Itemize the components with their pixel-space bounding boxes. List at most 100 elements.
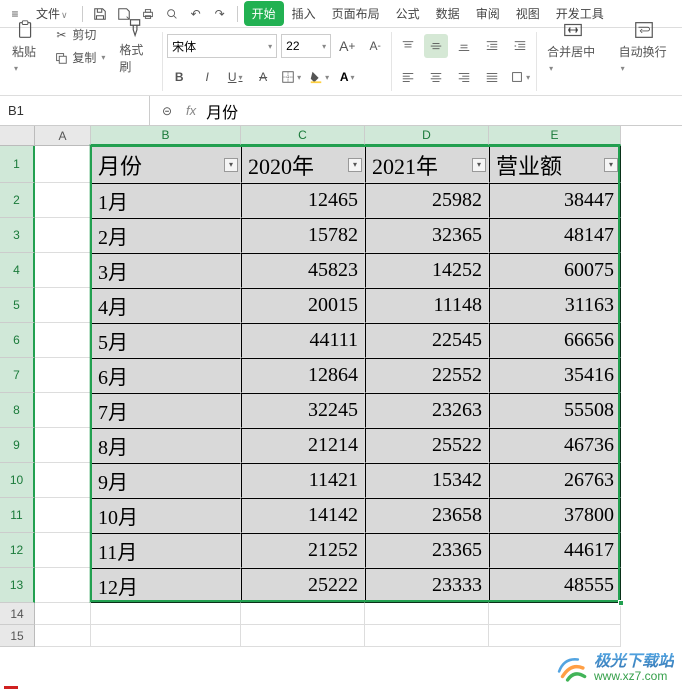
cell-E3[interactable]: 48147	[489, 218, 621, 253]
cell-D4[interactable]: 14252	[365, 253, 489, 288]
orientation-icon[interactable]: ▾	[508, 65, 532, 89]
cell-B11[interactable]: 10月	[91, 498, 241, 533]
cell-B9[interactable]: 8月	[91, 428, 241, 463]
formula-input[interactable]: 月份	[206, 99, 238, 123]
cell-B3[interactable]: 2月	[91, 218, 241, 253]
bold-button[interactable]: B	[167, 65, 191, 89]
cell-A5[interactable]	[35, 288, 91, 323]
row-header-6[interactable]: 6	[0, 323, 35, 358]
row-header-15[interactable]: 15	[0, 625, 35, 647]
cell-B4[interactable]: 3月	[91, 253, 241, 288]
row-header-10[interactable]: 10	[0, 463, 35, 498]
borders-button[interactable]: ▾	[279, 65, 303, 89]
cell-D1[interactable]: ▾2021年	[365, 146, 489, 183]
cell-D12[interactable]: 23365	[365, 533, 489, 568]
increase-indent-icon[interactable]	[508, 34, 532, 58]
cell-D6[interactable]: 22545	[365, 323, 489, 358]
row-header-9[interactable]: 9	[0, 428, 35, 463]
redo-icon[interactable]: ↷	[209, 3, 231, 25]
align-right-icon[interactable]	[452, 65, 476, 89]
cell-A2[interactable]	[35, 183, 91, 218]
cell-A14[interactable]	[35, 603, 91, 625]
cell-B13[interactable]: 12月	[91, 568, 241, 603]
cell-A9[interactable]	[35, 428, 91, 463]
cell-A12[interactable]	[35, 533, 91, 568]
cell-C13[interactable]: 25222	[241, 568, 365, 603]
tab-公式[interactable]: 公式	[388, 1, 428, 26]
cell-B5[interactable]: 4月	[91, 288, 241, 323]
cell-A1[interactable]	[35, 146, 91, 183]
cell-C9[interactable]: 21214	[241, 428, 365, 463]
cell-E14[interactable]	[489, 603, 621, 625]
col-header-D[interactable]: D	[365, 126, 489, 146]
cell-D13[interactable]: 23333	[365, 568, 489, 603]
cell-E5[interactable]: 31163	[489, 288, 621, 323]
cell-B12[interactable]: 11月	[91, 533, 241, 568]
cell-C2[interactable]: 12465	[241, 183, 365, 218]
cell-C1[interactable]: ▾2020年	[241, 146, 365, 183]
cell-A6[interactable]	[35, 323, 91, 358]
cell-B7[interactable]: 6月	[91, 358, 241, 393]
cell-E10[interactable]: 26763	[489, 463, 621, 498]
font-color-button[interactable]: A▾	[335, 65, 359, 89]
fill-color-button[interactable]: ▾	[307, 65, 331, 89]
filter-arrow-icon[interactable]: ▾	[348, 158, 362, 172]
font-name-select[interactable]: 宋体▾	[167, 34, 277, 58]
row-header-11[interactable]: 11	[0, 498, 35, 533]
select-all-corner[interactable]	[0, 126, 35, 146]
justify-icon[interactable]	[480, 65, 504, 89]
cell-E12[interactable]: 44617	[489, 533, 621, 568]
cell-D10[interactable]: 15342	[365, 463, 489, 498]
cell-D11[interactable]: 23658	[365, 498, 489, 533]
align-top-icon[interactable]	[396, 34, 420, 58]
cell-D5[interactable]: 11148	[365, 288, 489, 323]
merge-center-button[interactable]: 合并居中▾	[541, 18, 604, 74]
copy-button[interactable]: 复制▾	[49, 47, 109, 68]
cell-C8[interactable]: 32245	[241, 393, 365, 428]
row-header-14[interactable]: 14	[0, 603, 35, 625]
cell-A13[interactable]	[35, 568, 91, 603]
save-icon[interactable]	[89, 3, 111, 25]
decrease-font-icon[interactable]: A-	[363, 34, 387, 58]
col-header-B[interactable]: B	[91, 126, 241, 146]
underline-button[interactable]: U▾	[223, 65, 247, 89]
filter-arrow-icon[interactable]: ▾	[224, 158, 238, 172]
cell-C11[interactable]: 14142	[241, 498, 365, 533]
format-painter-button[interactable]: 格式刷	[113, 18, 158, 74]
name-box[interactable]: B1	[0, 96, 150, 125]
align-left-icon[interactable]	[396, 65, 420, 89]
align-middle-icon[interactable]	[424, 34, 448, 58]
print-preview-icon[interactable]	[161, 3, 183, 25]
cell-A10[interactable]	[35, 463, 91, 498]
cell-E13[interactable]: 48555	[489, 568, 621, 603]
cell-D8[interactable]: 23263	[365, 393, 489, 428]
col-header-A[interactable]: A	[35, 126, 91, 146]
cut-button[interactable]: ✂剪切	[49, 24, 109, 45]
cell-D7[interactable]: 22552	[365, 358, 489, 393]
tab-数据[interactable]: 数据	[428, 1, 468, 26]
undo-icon[interactable]: ↶	[185, 3, 207, 25]
row-header-13[interactable]: 13	[0, 568, 35, 603]
cell-C3[interactable]: 15782	[241, 218, 365, 253]
cell-B6[interactable]: 5月	[91, 323, 241, 358]
cell-C7[interactable]: 12864	[241, 358, 365, 393]
increase-font-icon[interactable]: A+	[335, 34, 359, 58]
row-header-3[interactable]: 3	[0, 218, 35, 253]
row-header-8[interactable]: 8	[0, 393, 35, 428]
strikethrough-button[interactable]: A	[251, 65, 275, 89]
cell-C5[interactable]: 20015	[241, 288, 365, 323]
col-header-C[interactable]: C	[241, 126, 365, 146]
cell-E9[interactable]: 46736	[489, 428, 621, 463]
cell-B1[interactable]: ▾月份	[91, 146, 241, 183]
cell-A4[interactable]	[35, 253, 91, 288]
cell-E4[interactable]: 60075	[489, 253, 621, 288]
row-header-4[interactable]: 4	[0, 253, 35, 288]
cell-C15[interactable]	[241, 625, 365, 647]
auto-wrap-button[interactable]: 自动换行▾	[613, 18, 676, 74]
cell-E2[interactable]: 38447	[489, 183, 621, 218]
cell-E11[interactable]: 37800	[489, 498, 621, 533]
col-header-E[interactable]: E	[489, 126, 621, 146]
italic-button[interactable]: I	[195, 65, 219, 89]
cell-A3[interactable]	[35, 218, 91, 253]
cell-D3[interactable]: 32365	[365, 218, 489, 253]
